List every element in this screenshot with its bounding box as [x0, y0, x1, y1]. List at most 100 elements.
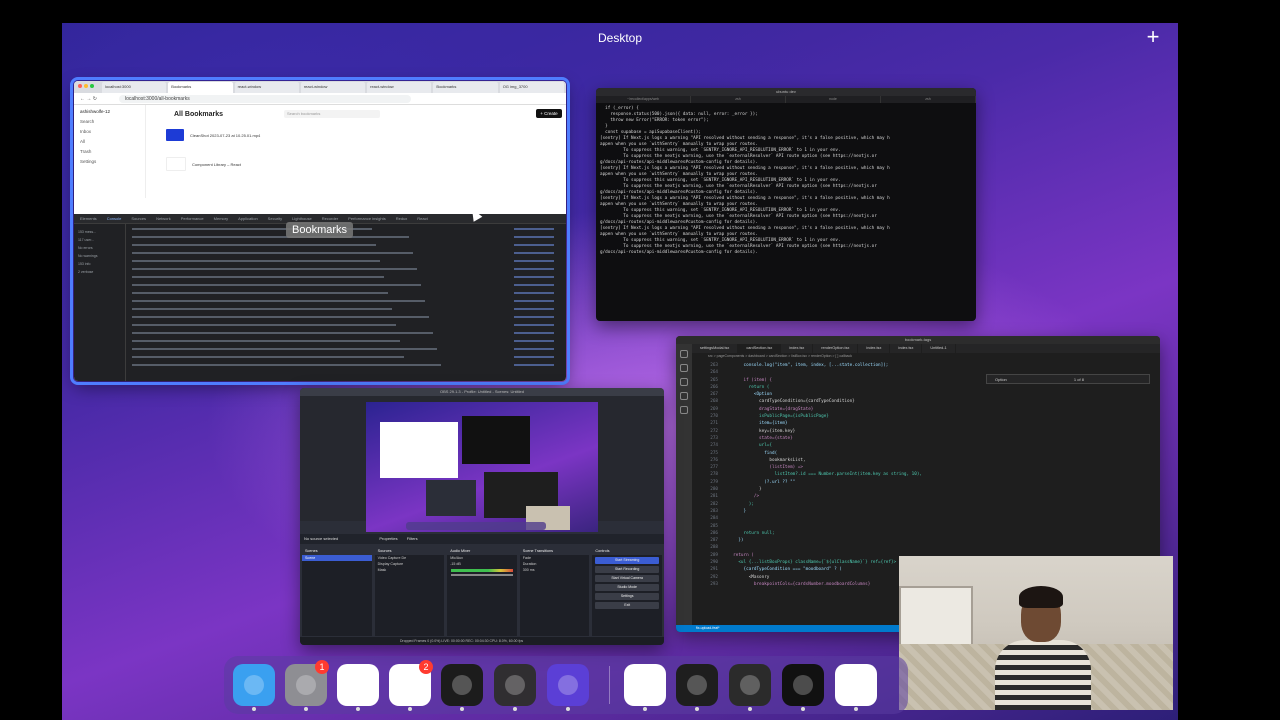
- console-filter[interactable]: 2 verbose: [78, 268, 121, 276]
- terminal-window[interactable]: ubuntu dev ~/recollect/apps/web zsh node…: [596, 88, 976, 321]
- create-button[interactable]: + Create: [536, 109, 562, 118]
- scene-item[interactable]: Scene: [302, 555, 372, 561]
- start-streaming-button[interactable]: Start Streaming: [595, 557, 659, 564]
- sidebar-item-search[interactable]: Search: [80, 119, 139, 124]
- add-desktop-button[interactable]: +: [1142, 26, 1164, 48]
- gear-icon[interactable]: 1: [285, 660, 329, 711]
- tab-application[interactable]: Application: [238, 216, 258, 221]
- chrome-tab[interactable]: react-window: [300, 82, 366, 93]
- code-line[interactable]: 266 return (: [700, 384, 1160, 391]
- console-filter[interactable]: 117 user...: [78, 236, 121, 244]
- editor-tab[interactable]: settingsModal.tsx: [692, 344, 739, 353]
- tab-recorder[interactable]: Recorder: [322, 216, 338, 221]
- breadcrumb[interactable]: src > pageComponents > dashboard > cardS…: [692, 353, 1160, 360]
- terminal-tab[interactable]: node: [786, 96, 881, 103]
- chrome-tab[interactable]: Bookmarks: [168, 82, 233, 93]
- editor-tab[interactable]: Untitled-1: [922, 344, 956, 353]
- volume-slider[interactable]: [451, 574, 513, 576]
- address-bar[interactable]: localhost:3000/all-bookmarks: [118, 94, 411, 103]
- start-recording-button[interactable]: Start Recording: [595, 566, 659, 573]
- console-filter[interactable]: No warnings: [78, 252, 121, 260]
- sidebar-item-trash[interactable]: Trash: [80, 149, 139, 154]
- terminal-output[interactable]: if (_error) { response.status(500).json(…: [596, 103, 976, 259]
- tab-redux[interactable]: Redux: [396, 216, 408, 221]
- slack-icon[interactable]: 2: [389, 660, 433, 711]
- spotify-icon[interactable]: [782, 664, 824, 711]
- code-line[interactable]: 275 find(: [700, 450, 1160, 457]
- tab-elements[interactable]: Elements: [80, 216, 97, 221]
- obs-window[interactable]: OBS 29.1.3 - Profile: Untitled - Scenes:…: [300, 388, 664, 645]
- console-filter[interactable]: 153 mess...: [78, 228, 121, 236]
- code-line[interactable]: 282 );: [700, 501, 1160, 508]
- chrome-tab[interactable]: OG img_3700: [499, 82, 564, 93]
- code-line[interactable]: 280 }: [700, 486, 1160, 493]
- tab-sources[interactable]: Sources: [131, 216, 146, 221]
- notes-icon[interactable]: [835, 664, 877, 711]
- editor-tab[interactable]: index.tsx: [781, 344, 814, 353]
- code-line[interactable]: 281 />: [700, 493, 1160, 500]
- terminal-icon[interactable]: [441, 664, 483, 711]
- tab-security[interactable]: Security: [268, 216, 282, 221]
- tab-react[interactable]: React: [417, 216, 427, 221]
- chrome-icon[interactable]: [337, 664, 379, 711]
- code-line[interactable]: 274 url={: [700, 442, 1160, 449]
- code-line[interactable]: 270 isPublicPage={isPublicPage}: [700, 413, 1160, 420]
- code-line[interactable]: 263 console.log("item", item, index, [..…: [700, 362, 1160, 369]
- console-filter[interactable]: No errors: [78, 244, 121, 252]
- code-line[interactable]: 285: [700, 523, 1160, 530]
- forward-icon[interactable]: →: [86, 96, 91, 102]
- list-item[interactable]: CleanShot 2023-07-23 at 10.25.01.mp4: [166, 129, 260, 141]
- code-line[interactable]: 268 cardTypeCondition={cardTypeCondition…: [700, 398, 1160, 405]
- editor-tab[interactable]: renderOption.tsx: [813, 344, 859, 353]
- code-line[interactable]: 286 return null;: [700, 530, 1160, 537]
- extensions-icon[interactable]: [680, 406, 688, 414]
- studio-mode-button[interactable]: Studio Mode: [595, 584, 659, 591]
- tab-performance[interactable]: Performance: [181, 216, 204, 221]
- star-icon[interactable]: [547, 664, 589, 711]
- console-filter[interactable]: 153 info: [78, 260, 121, 268]
- editor-tab[interactable]: index.tsx: [858, 344, 891, 353]
- code-editor[interactable]: 263 console.log("item", item, index, [..…: [700, 362, 1160, 588]
- chrome-tab[interactable]: localhost:3000: [102, 82, 167, 93]
- properties-button[interactable]: Properties: [379, 536, 397, 541]
- maximize-icon[interactable]: [90, 84, 94, 88]
- tab-console[interactable]: Console: [107, 216, 122, 221]
- code-line[interactable]: 277 (listItem) =>: [700, 464, 1160, 471]
- finder-icon[interactable]: [233, 664, 275, 711]
- find-widget[interactable]: Option 1 of 8: [986, 374, 1150, 384]
- find-input[interactable]: Option: [995, 377, 1007, 382]
- debug-icon[interactable]: [680, 392, 688, 400]
- virtual-camera-button[interactable]: Start Virtual Camera: [595, 575, 659, 582]
- user-name[interactable]: ashishwolfe-12: [80, 109, 139, 114]
- sidebar-item-inbox[interactable]: Inbox: [80, 129, 139, 134]
- chrome-tab[interactable]: react-window: [367, 82, 432, 93]
- back-icon[interactable]: ←: [80, 96, 85, 102]
- code-line[interactable]: 267 <Option: [700, 391, 1160, 398]
- git-branch[interactable]: fix-upload-feat*: [696, 626, 720, 630]
- tab-memory[interactable]: Memory: [214, 216, 228, 221]
- sidebar-item-all[interactable]: All: [80, 139, 139, 144]
- code-line[interactable]: 276 bookmarksList,: [700, 457, 1160, 464]
- vscode-icon[interactable]: [624, 664, 666, 711]
- list-item[interactable]: Component Library – React: [166, 157, 241, 171]
- code-line[interactable]: 271 item={item}: [700, 420, 1160, 427]
- code-line[interactable]: 272 key={item.key}: [700, 428, 1160, 435]
- window-controls[interactable]: [78, 84, 94, 88]
- code-line[interactable]: 287 }): [700, 537, 1160, 544]
- reload-icon[interactable]: ↻: [93, 96, 97, 102]
- settings-button[interactable]: Settings: [595, 593, 659, 600]
- duration-input[interactable]: 300 ms: [520, 567, 590, 573]
- terminal-icon[interactable]: [729, 664, 771, 711]
- code-line[interactable]: 284: [700, 515, 1160, 522]
- terminal-tab[interactable]: ~/recollect/apps/web: [596, 96, 691, 103]
- code-line[interactable]: 283 }: [700, 508, 1160, 515]
- terminal-tab[interactable]: zsh: [691, 96, 786, 103]
- filters-button[interactable]: Filters: [407, 536, 418, 541]
- search-input[interactable]: Search bookmarks: [284, 110, 380, 118]
- minimize-icon[interactable]: [84, 84, 88, 88]
- exit-button[interactable]: Exit: [595, 602, 659, 609]
- figma-icon[interactable]: [676, 664, 718, 711]
- code-line[interactable]: 279 )?.url ?? "": [700, 479, 1160, 486]
- sidebar-item-settings[interactable]: Settings: [80, 159, 139, 164]
- tab-lighthouse[interactable]: Lighthouse: [292, 216, 312, 221]
